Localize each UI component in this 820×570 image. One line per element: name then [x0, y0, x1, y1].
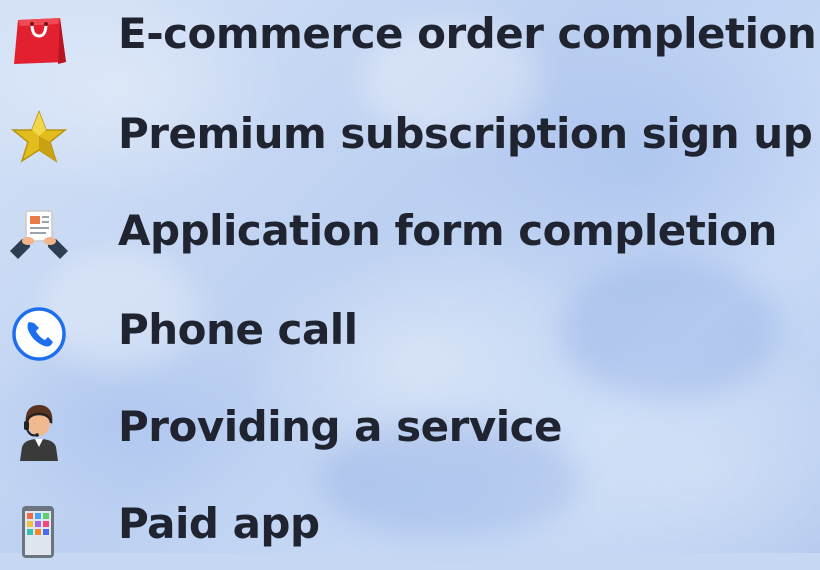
feature-list: E-commerce order completion Premium subs…: [0, 0, 820, 558]
list-item: Premium subscription sign up: [0, 100, 820, 180]
shopping-bag-icon: [8, 6, 70, 68]
list-item: Paid app: [0, 490, 820, 570]
item-label: Providing a service: [118, 402, 563, 451]
item-label: Paid app: [118, 499, 320, 548]
item-label: Phone call: [118, 305, 358, 354]
list-item: Application form completion: [0, 197, 820, 277]
mobile-app-icon: [8, 496, 70, 558]
item-label: Application form completion: [118, 206, 777, 255]
list-item: Providing a service: [0, 393, 820, 473]
phone-icon: [8, 302, 70, 364]
form-handshake-icon: [8, 203, 70, 265]
list-item: Phone call: [0, 296, 820, 376]
star-icon: [8, 106, 70, 168]
item-label: E-commerce order completion: [118, 9, 817, 58]
support-agent-icon: [8, 399, 70, 461]
item-label: Premium subscription sign up: [118, 109, 813, 158]
list-item: E-commerce order completion: [0, 0, 820, 80]
